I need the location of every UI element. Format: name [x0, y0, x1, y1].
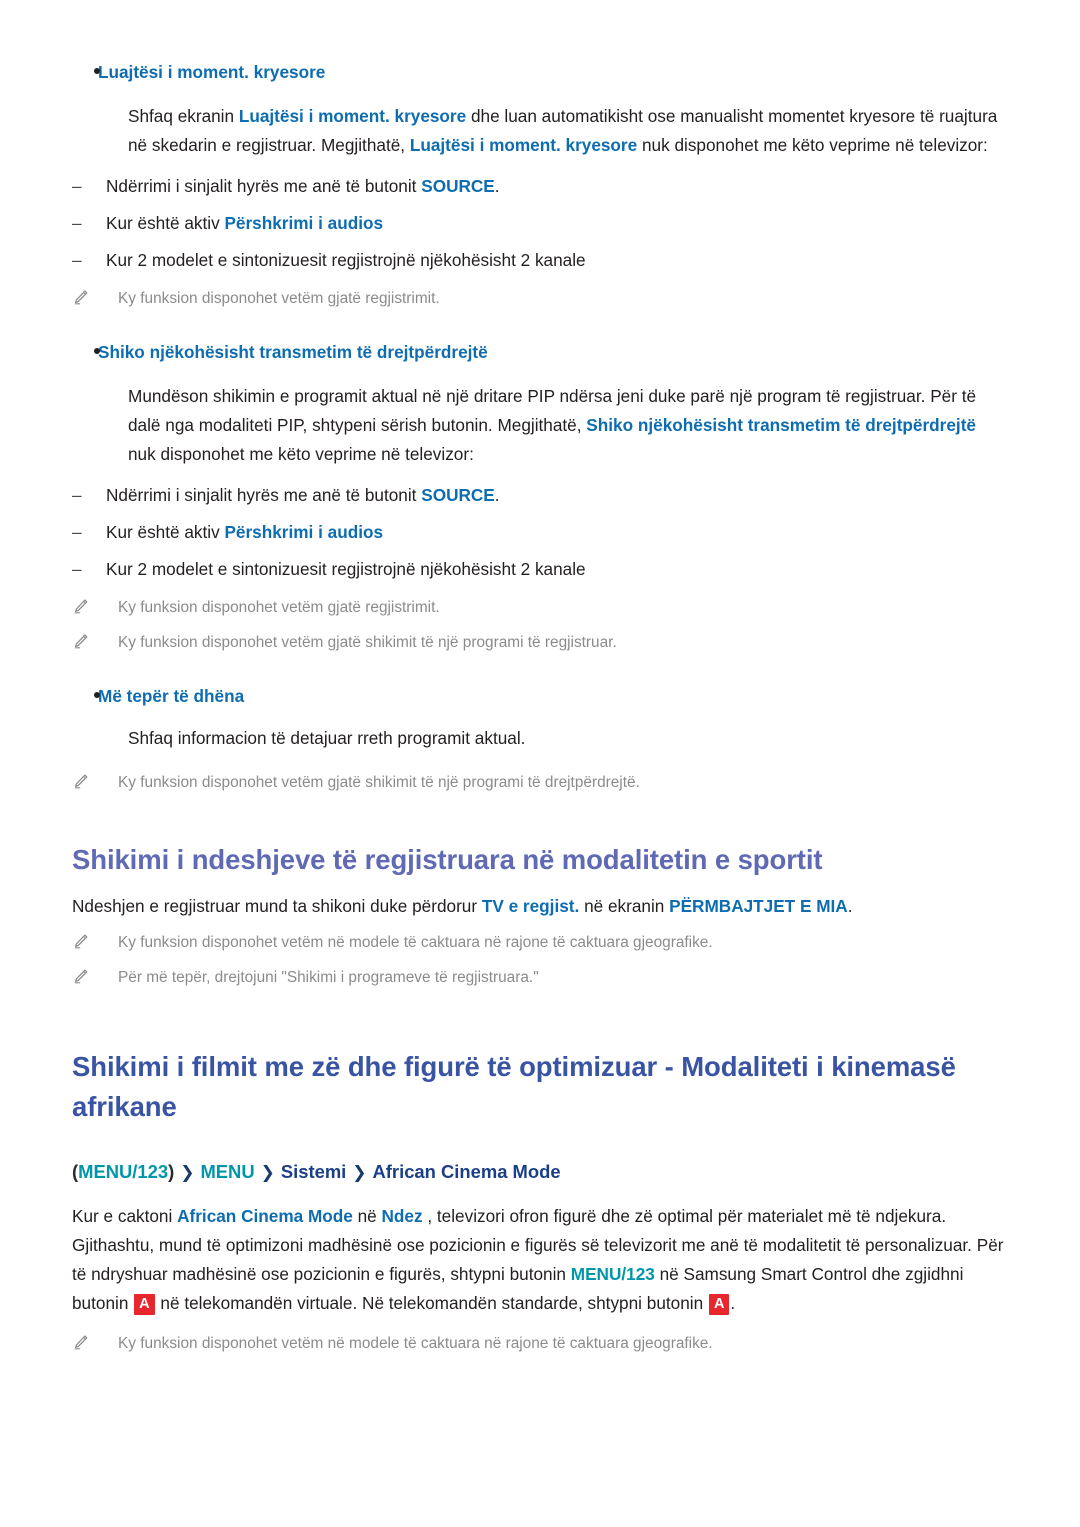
- text-segment: nuk disponohet me këto veprime në televi…: [128, 444, 474, 464]
- text-segment: Kur është aktiv: [106, 213, 225, 233]
- list-item: – Ndërrimi i sinjalit hyrës me anë të bu…: [72, 481, 1008, 510]
- bullet-heading-highlight-player: Luajtësi i moment. kryesore: [72, 58, 1008, 88]
- section-sports-mode: Shikimi i ndeshjeve të regjistruara në m…: [72, 840, 1008, 991]
- bullet-heading-label: Shiko njëkohësisht transmetim të drejtpë…: [98, 342, 488, 362]
- list-item: – Kur 2 modelet e sintonizuesit regjistr…: [72, 246, 1008, 275]
- page-heading-african-cinema: Shikimi i filmit me zë dhe figurë të opt…: [72, 1051, 956, 1122]
- paragraph-highlight-player: Shfaq ekranin Luajtësi i moment. kryesor…: [128, 102, 1008, 160]
- note-item: Ky funksion disponohet vetëm në modele t…: [72, 929, 1008, 956]
- text-segment: Ndërrimi i sinjalit hyrës me anë të buto…: [106, 485, 422, 505]
- note-item: Ky funksion disponohet vetëm në modele t…: [72, 1330, 1008, 1357]
- list-item-text: Ndërrimi i sinjalit hyrës me anë të buto…: [106, 481, 500, 510]
- bullet-heading-more-info: Më tepër të dhëna: [72, 682, 1008, 712]
- dash-marker: –: [72, 176, 82, 196]
- text-segment: .: [494, 485, 500, 505]
- paragraph-more-info: Shfaq informacion të detajuar rreth prog…: [128, 728, 526, 748]
- bullet-dot-icon: [72, 339, 100, 368]
- keyword-african-cinema-mode: African Cinema Mode: [177, 1206, 353, 1226]
- section-more-info: Më tepër të dhëna Shfaq informacion të d…: [72, 682, 1008, 796]
- note-item: Për më tepër, drejtojuni "Shikimi i prog…: [72, 964, 1008, 991]
- text-segment: .: [847, 896, 853, 916]
- note-text: Ky funksion disponohet vetëm në modele t…: [118, 934, 713, 951]
- text-segment: Kur është aktiv: [106, 522, 225, 542]
- pencil-icon: [72, 594, 118, 615]
- pencil-icon: [72, 1330, 118, 1351]
- menu-path-breadcrumb: (MENU/123) ❯ MENU ❯ Sistemi ❯ African Cinema M…: [72, 1157, 1008, 1188]
- keyword-menu123: MENU/123: [570, 1264, 655, 1284]
- keyword-highlight-player-2: Luajtësi i moment. kryesore: [409, 135, 638, 155]
- bullet-dot-icon: [72, 683, 100, 712]
- list-item: – Kur është aktiv Përshkrimi i audios: [72, 209, 1008, 238]
- list-item-text: Kur 2 modelet e sintonizuesit regjistroj…: [106, 559, 586, 579]
- note-text: Ky funksion disponohet vetëm gjatë regji…: [118, 290, 440, 307]
- pencil-icon: [72, 929, 118, 950]
- text-segment: Shfaq ekranin: [128, 106, 239, 126]
- text-segment: Ndeshjen e regjistruar mund ta shikoni d…: [72, 896, 482, 916]
- chevron-right-icon: ❯: [352, 1163, 367, 1182]
- text-segment: Ndërrimi i sinjalit hyrës me anë të buto…: [106, 176, 422, 196]
- chevron-right-icon: ❯: [180, 1163, 195, 1182]
- dash-marker: –: [72, 522, 82, 542]
- text-segment: nuk disponohet me këto veprime në televi…: [637, 135, 988, 155]
- note-text: Ky funksion disponohet vetëm gjatë shiki…: [118, 634, 617, 651]
- dash-marker: –: [72, 250, 82, 270]
- menu-path-item-menu123[interactable]: MENU/123: [78, 1161, 168, 1182]
- keyword-watch-live: Shiko njëkohësisht transmetim të drejtpë…: [586, 415, 976, 435]
- pencil-icon: [72, 285, 118, 306]
- keyword-source: SOURCE: [421, 485, 495, 505]
- pencil-icon: [72, 629, 118, 650]
- bullet-dot-icon: [72, 59, 100, 88]
- chevron-right-icon: ❯: [260, 1163, 275, 1182]
- dash-marker: –: [72, 485, 82, 505]
- text-segment: në: [352, 1206, 382, 1226]
- keyword-recorded-tv: TV e regjist.: [481, 896, 580, 916]
- keyword-highlight-player-1: Luajtësi i moment. kryesore: [238, 106, 467, 126]
- keyword-audio-description: Përshkrimi i audios: [224, 213, 384, 233]
- paragraph-watch-live: Mundëson shikimin e programit aktual në …: [128, 382, 1008, 469]
- pencil-icon: [72, 769, 118, 790]
- note-text: Ky funksion disponohet vetëm në modele t…: [118, 1335, 713, 1352]
- bullet-heading-label: Luajtësi i moment. kryesore: [98, 62, 326, 82]
- keycap-a-button: A: [708, 1294, 730, 1315]
- note-text: Për më tepër, drejtojuni "Shikimi i prog…: [118, 969, 539, 986]
- note-item: Ky funksion disponohet vetëm gjatë shiki…: [72, 769, 1008, 796]
- note-text: Ky funksion disponohet vetëm gjatë shiki…: [118, 774, 640, 791]
- list-item: – Ndërrimi i sinjalit hyrës me anë të bu…: [72, 172, 1008, 201]
- list-item-text: Kur është aktiv Përshkrimi i audios: [106, 209, 383, 238]
- keyword-source: SOURCE: [421, 176, 495, 196]
- menu-path-item-african-cinema-mode[interactable]: African Cinema Mode: [373, 1161, 561, 1182]
- note-item: Ky funksion disponohet vetëm gjatë regji…: [72, 285, 1008, 312]
- keyword-my-contents: PËRMBAJTJET E MIA: [669, 896, 848, 916]
- menu-path-item-system[interactable]: Sistemi: [281, 1161, 346, 1182]
- pencil-icon: [72, 964, 118, 985]
- dash-marker: –: [72, 559, 82, 579]
- paragraph-african-cinema: Kur e caktoni African Cinema Mode në Nde…: [72, 1202, 1008, 1318]
- list-item: – Kur është aktiv Përshkrimi i audios: [72, 518, 1008, 547]
- note-text: Ky funksion disponohet vetëm gjatë regji…: [118, 599, 440, 616]
- section-highlight-player: Luajtësi i moment. kryesore Shfaq ekrani…: [72, 58, 1008, 312]
- note-item: Ky funksion disponohet vetëm gjatë regji…: [72, 594, 1008, 621]
- section-watch-live-simultaneously: Shiko njëkohësisht transmetim të drejtpë…: [72, 338, 1008, 656]
- note-item: Ky funksion disponohet vetëm gjatë shiki…: [72, 629, 1008, 656]
- list-item: – Kur 2 modelet e sintonizuesit regjistr…: [72, 555, 1008, 584]
- text-segment: .: [494, 176, 500, 196]
- page-heading-sports: Shikimi i ndeshjeve të regjistruara në m…: [72, 844, 823, 875]
- bullet-heading-label: Më tepër të dhëna: [98, 686, 245, 706]
- bullet-heading-watch-live: Shiko njëkohësisht transmetim të drejtpë…: [72, 338, 1008, 368]
- keyword-audio-description: Përshkrimi i audios: [224, 522, 384, 542]
- dash-marker: –: [72, 213, 82, 233]
- text-segment: .: [730, 1293, 736, 1313]
- section-african-cinema-mode: Shikimi i filmit me zë dhe figurë të opt…: [72, 1047, 1008, 1357]
- document-page: Luajtësi i moment. kryesore Shfaq ekrani…: [0, 0, 1080, 1527]
- list-item-text: Kur është aktiv Përshkrimi i audios: [106, 518, 383, 547]
- list-item-text: Ndërrimi i sinjalit hyrës me anë të buto…: [106, 172, 500, 201]
- keyword-on: Ndez: [381, 1206, 423, 1226]
- paragraph-sports: Ndeshjen e regjistruar mund ta shikoni d…: [72, 892, 1008, 921]
- text-segment: Kur e caktoni: [72, 1206, 178, 1226]
- text-segment: në telekomandën virtuale. Në telekomandë…: [155, 1293, 708, 1313]
- menu-path-item-menu[interactable]: MENU: [200, 1161, 254, 1182]
- text-segment: në ekranin: [579, 896, 670, 916]
- keycap-a-button: A: [134, 1294, 155, 1315]
- list-item-text: Kur 2 modelet e sintonizuesit regjistroj…: [106, 250, 586, 270]
